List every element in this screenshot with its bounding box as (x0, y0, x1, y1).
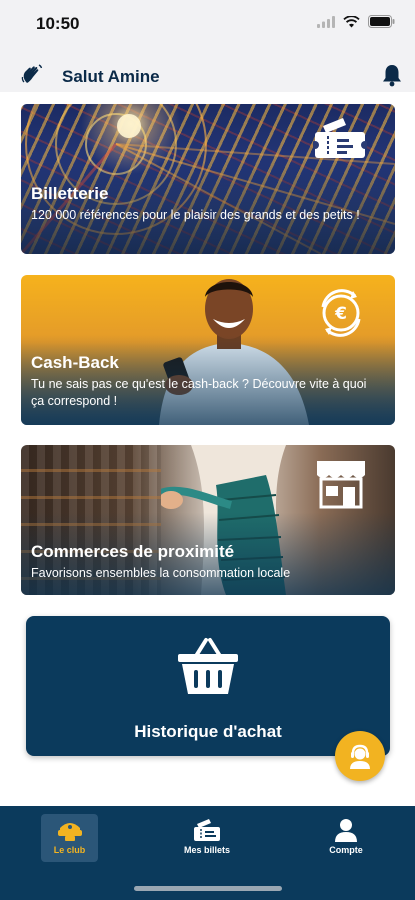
user-icon (335, 819, 357, 842)
card-cash-back[interactable]: € Cash-Back Tu ne sais pas ce qu'est le … (21, 275, 395, 425)
euro-cycle-icon: € (321, 289, 361, 337)
shop-icon (317, 461, 365, 509)
bottom-navigation: Le club Mes billets Compte (0, 806, 415, 900)
wave-hand-icon (21, 64, 43, 83)
nav-tab-billets[interactable]: Mes billets (172, 814, 242, 862)
basket-icon (178, 638, 238, 694)
svg-text:€: € (334, 304, 347, 324)
status-bar: 10:50 (0, 0, 415, 48)
card-title: Cash-Back (31, 353, 119, 372)
card-description: 120 000 références pour le plaisir des g… (31, 208, 360, 222)
card-commerces-proximite[interactable]: Commerces de proximité Favorisons ensemb… (21, 445, 395, 595)
system-icons (317, 15, 395, 28)
nav-label: Mes billets (183, 845, 230, 855)
card-billetterie[interactable]: Billetterie 120 000 références pour le p… (21, 104, 395, 254)
card-description: Favorisons ensembles la consommation loc… (31, 566, 291, 580)
ticket-icon (313, 118, 367, 158)
support-agent-icon (350, 744, 370, 769)
nav-tab-compte[interactable]: Compte (311, 814, 381, 862)
club-badge-icon (57, 823, 82, 841)
purchase-history-title: Historique d'achat (134, 722, 282, 741)
nav-label: Compte (329, 845, 363, 855)
support-agent-button[interactable] (335, 731, 385, 781)
card-title: Billetterie (31, 184, 109, 203)
wifi-icon (343, 15, 360, 27)
purchase-history-card[interactable]: Historique d'achat (26, 616, 390, 756)
greeting-title: Salut Amine (62, 67, 160, 86)
status-time: 10:50 (36, 14, 80, 33)
app-header: Salut Amine (0, 48, 415, 92)
home-indicator (134, 886, 282, 891)
tickets-icon (194, 819, 220, 841)
battery-icon (368, 15, 395, 28)
nav-label: Le club (53, 845, 86, 855)
card-description: Tu ne sais pas ce qu'est le cash-back ? … (31, 377, 367, 408)
nav-tab-club[interactable]: Le club (41, 814, 98, 862)
bell-icon[interactable] (381, 63, 403, 87)
card-title: Commerces de proximité (31, 542, 235, 561)
signal-icon (317, 15, 335, 28)
